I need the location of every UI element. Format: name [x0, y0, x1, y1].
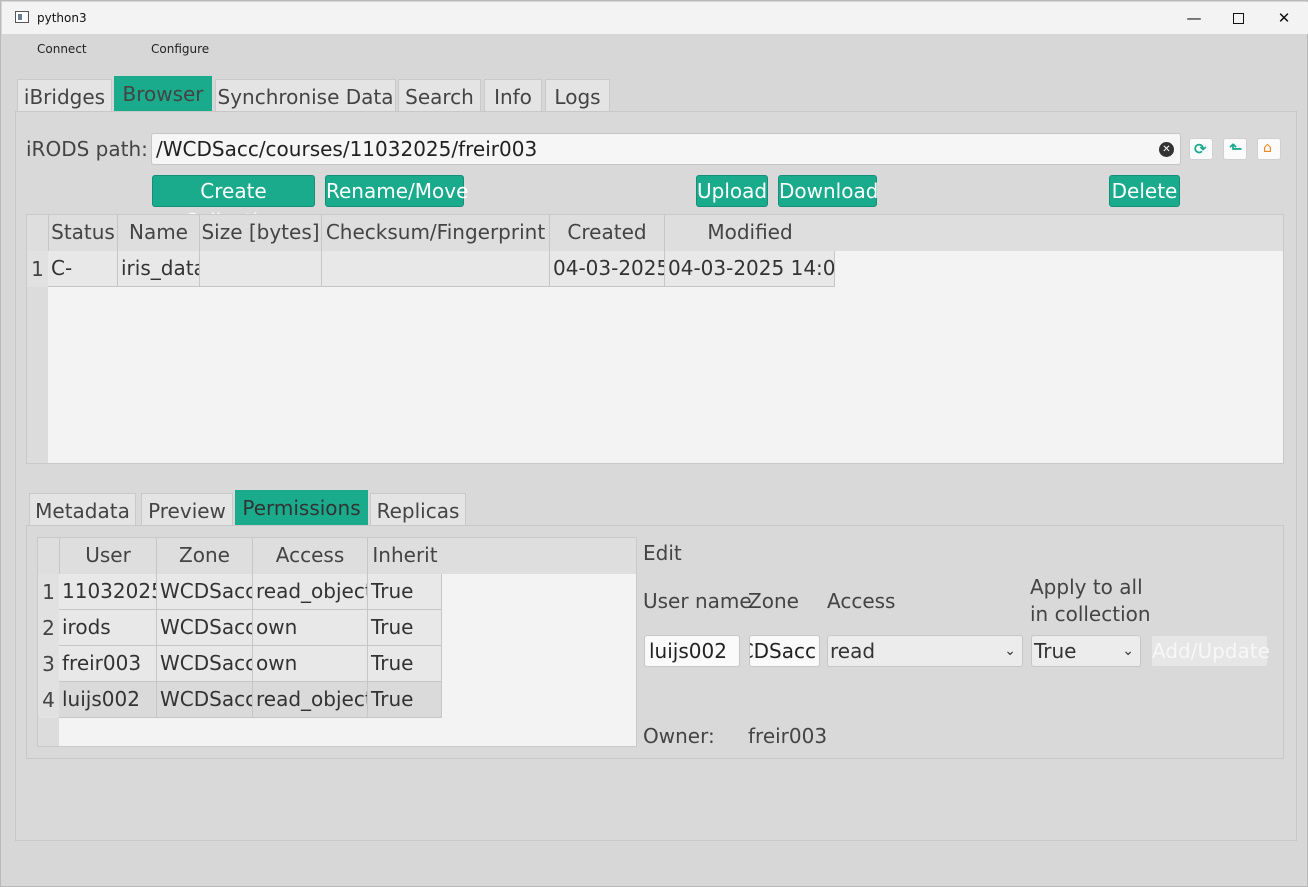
- zone-input-value: CDSacc: [750, 639, 816, 663]
- tab-search[interactable]: Search: [398, 79, 481, 111]
- cell-inherit: True: [368, 610, 442, 646]
- permissions-table: User Zone Access Inherit 1 11032025 WCDS…: [37, 537, 637, 747]
- cell-modified: 04-03-2025 14:03: [665, 251, 835, 287]
- row-index: 2: [38, 610, 59, 646]
- edit-title: Edit: [643, 541, 682, 565]
- tab-browser[interactable]: Browser: [114, 76, 212, 111]
- tab-permissions[interactable]: Permissions: [235, 490, 368, 525]
- window-title: python3: [37, 11, 87, 25]
- cell-user: 11032025: [59, 574, 157, 610]
- clear-icon[interactable]: ✕: [1159, 142, 1174, 157]
- irods-path-value: /WCDSacc/courses/11032025/freir003: [156, 137, 538, 161]
- cell-user: irods: [59, 610, 157, 646]
- app-window: python3 — ✕ Connect Configure iBridges B…: [0, 0, 1308, 887]
- owner-value: freir003: [748, 724, 828, 748]
- cell-zone: WCDSacc: [157, 682, 253, 718]
- tab-preview[interactable]: Preview: [141, 493, 233, 525]
- tab-info[interactable]: Info: [484, 79, 542, 111]
- access-select[interactable]: read ⌄: [827, 635, 1023, 667]
- refresh-icon: ⟳: [1194, 140, 1207, 158]
- column-header-user[interactable]: User: [59, 538, 157, 574]
- row-index: 1: [27, 251, 48, 287]
- chevron-down-icon: ⌄: [1004, 643, 1016, 659]
- cell-checksum: [322, 251, 550, 287]
- cell-access: own: [253, 610, 368, 646]
- parent-folder-button[interactable]: ⬑: [1223, 138, 1247, 160]
- cell-access: read_object: [253, 574, 368, 610]
- menu-configure[interactable]: Configure: [151, 42, 209, 56]
- browser-table: Status Name Size [bytes] Checksum/Finger…: [26, 214, 1284, 464]
- chevron-down-icon: ⌄: [1122, 643, 1134, 659]
- cell-size: [200, 251, 322, 287]
- close-button[interactable]: ✕: [1264, 2, 1304, 34]
- apply-to-all-select[interactable]: True ⌄: [1031, 635, 1141, 667]
- cell-status: C-: [48, 251, 118, 287]
- access-label: Access: [827, 589, 896, 613]
- column-header-modified[interactable]: Modified: [665, 215, 835, 251]
- rename-move-button[interactable]: Rename/Move: [325, 175, 468, 207]
- title-bar: python3 — ✕: [2, 2, 1308, 34]
- apply-to-all-label: Apply to all: [1030, 575, 1143, 599]
- column-header-size[interactable]: Size [bytes]: [200, 215, 322, 251]
- irods-path-label: iRODS path:: [26, 137, 148, 161]
- maximize-button[interactable]: [1218, 2, 1258, 34]
- home-icon: ⌂: [1263, 140, 1272, 156]
- row-index: 1: [38, 574, 59, 610]
- column-header-inherit[interactable]: Inherit: [368, 538, 442, 574]
- column-header-access[interactable]: Access: [253, 538, 368, 574]
- row-index: 4: [38, 682, 59, 718]
- column-header-name[interactable]: Name: [118, 215, 200, 251]
- cell-inherit: True: [368, 574, 442, 610]
- zone-label: Zone: [748, 589, 799, 613]
- tab-metadata[interactable]: Metadata: [29, 493, 136, 525]
- in-collection-label: in collection: [1030, 602, 1151, 626]
- column-header-zone[interactable]: Zone: [157, 538, 253, 574]
- cell-user: luijs002: [59, 682, 157, 718]
- user-name-input[interactable]: luijs002: [644, 635, 740, 667]
- parent-folder-icon: ⬑: [1229, 139, 1243, 158]
- maximize-icon: [1233, 13, 1244, 24]
- app-icon: [15, 11, 29, 23]
- add-update-button[interactable]: Add/Update: [1151, 635, 1270, 667]
- cell-access: read_object: [253, 682, 368, 718]
- cell-zone: WCDSacc: [157, 574, 253, 610]
- menu-connect[interactable]: Connect: [37, 42, 87, 56]
- delete-button[interactable]: Delete: [1109, 175, 1180, 207]
- row-index: 3: [38, 646, 59, 682]
- owner-label: Owner:: [643, 724, 715, 748]
- tab-logs[interactable]: Logs: [545, 79, 610, 111]
- download-button[interactable]: Download: [778, 175, 878, 207]
- home-button[interactable]: ⌂: [1257, 138, 1281, 160]
- tab-synchronise-data[interactable]: Synchronise Data: [215, 79, 396, 111]
- tab-replicas[interactable]: Replicas: [370, 493, 466, 525]
- apply-to-all-value: True: [1034, 639, 1077, 663]
- access-select-value: read: [830, 639, 876, 663]
- cell-created: 04-03-2025: [550, 251, 665, 287]
- cell-user: freir003: [59, 646, 157, 682]
- tab-ibridges[interactable]: iBridges: [17, 79, 112, 111]
- upload-button[interactable]: Upload: [696, 175, 768, 207]
- cell-inherit: True: [368, 682, 442, 718]
- irods-path-input[interactable]: /WCDSacc/courses/11032025/freir003 ✕: [151, 133, 1181, 165]
- column-header-status[interactable]: Status: [48, 215, 118, 251]
- cell-access: own: [253, 646, 368, 682]
- refresh-button[interactable]: ⟳: [1189, 138, 1213, 160]
- column-header-checksum[interactable]: Checksum/Fingerprint: [322, 215, 550, 251]
- zone-input[interactable]: CDSacc: [749, 635, 820, 667]
- cell-zone: WCDSacc: [157, 610, 253, 646]
- minimize-button[interactable]: —: [1174, 2, 1214, 34]
- cell-zone: WCDSacc: [157, 646, 253, 682]
- create-collection-button[interactable]: Create Collection: [152, 175, 315, 233]
- cell-inherit: True: [368, 646, 442, 682]
- cell-name: iris_data: [118, 251, 200, 287]
- user-name-label: User name: [643, 589, 752, 613]
- column-header-created[interactable]: Created: [550, 215, 665, 251]
